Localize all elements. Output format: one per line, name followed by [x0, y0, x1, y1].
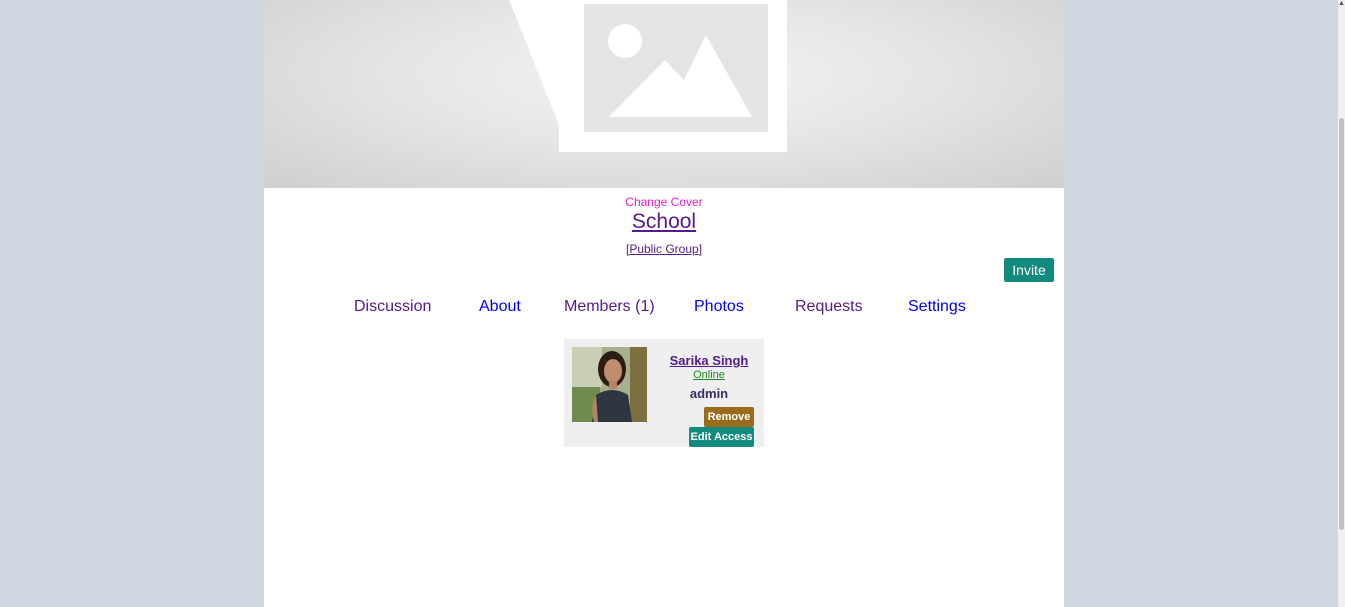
group-type-link[interactable]: Public Group — [629, 242, 698, 256]
group-type: [Public Group] — [264, 242, 1064, 256]
group-type-close-bracket: ] — [698, 242, 703, 256]
invite-button[interactable]: Invite — [1004, 258, 1054, 282]
tab-requests[interactable]: Requests — [795, 298, 863, 316]
group-title[interactable]: School — [264, 210, 1064, 234]
cover-photo — [264, 0, 1064, 188]
tab-settings[interactable]: Settings — [908, 298, 966, 316]
edit-access-button[interactable]: Edit Access — [689, 427, 754, 447]
member-status-online[interactable]: Online — [659, 369, 759, 381]
member-role: admin — [689, 386, 729, 401]
tab-about[interactable]: About — [479, 298, 521, 316]
avatar[interactable] — [572, 347, 647, 422]
remove-member-button[interactable]: Remove — [704, 407, 754, 427]
vertical-scrollbar[interactable]: ▲ — [1338, 0, 1345, 607]
scroll-up-arrow-icon[interactable]: ▲ — [1338, 0, 1345, 7]
member-name-link[interactable]: Sarika Singh — [659, 353, 759, 368]
tab-members[interactable]: Members (1) — [564, 298, 655, 316]
member-photo — [572, 347, 647, 422]
tab-discussion[interactable]: Discussion — [354, 298, 431, 316]
change-cover-link[interactable]: Change Cover — [264, 195, 1064, 209]
member-card: Sarika Singh Online admin Remove Edit Ac… — [564, 339, 764, 447]
tab-photos[interactable]: Photos — [694, 298, 744, 316]
image-placeholder-icon — [509, 0, 787, 152]
group-page: Change Cover School [Public Group] Invit… — [264, 0, 1064, 607]
scrollbar-thumb[interactable] — [1339, 118, 1344, 530]
